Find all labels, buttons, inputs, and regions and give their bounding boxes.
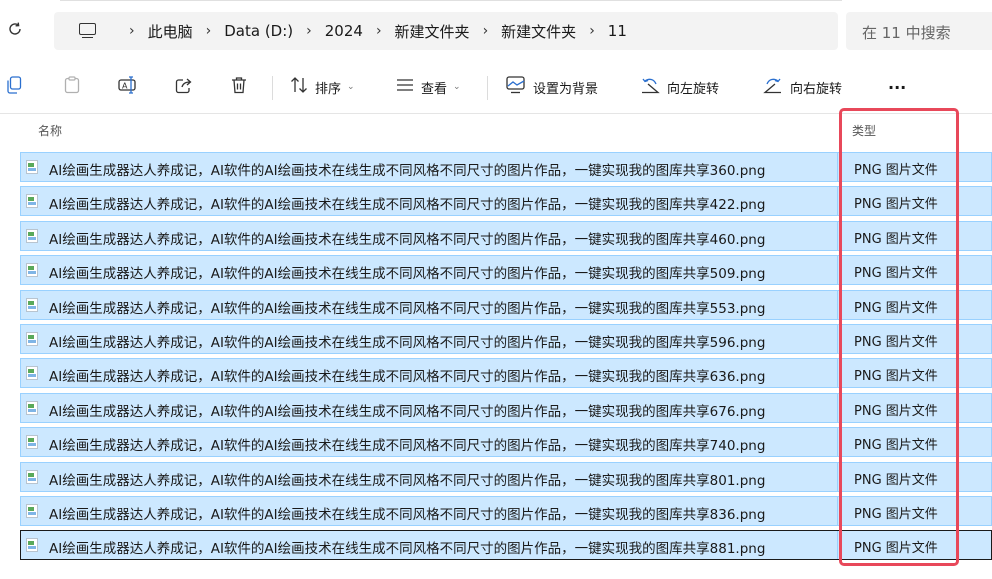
divider [272,76,273,100]
svg-text:A: A [122,82,128,91]
column-divider [837,428,838,457]
column-divider [837,462,838,491]
image-file-icon [26,538,38,553]
file-name: AI绘画生成器达人养成记，AI软件的AI绘画技术在线生成不同风格不同尺寸的图片作… [49,266,766,283]
breadcrumb-this-pc[interactable]: 此电脑 [148,21,193,42]
paste-button[interactable] [64,74,80,100]
chevron-right-icon[interactable]: › [206,23,212,39]
column-divider [837,359,838,388]
image-file-icon [26,435,38,450]
breadcrumb-new-folder-2[interactable]: 新建文件夹 [501,21,576,42]
image-file-icon [26,297,38,312]
column-divider [837,531,838,560]
column-divider [837,153,838,181]
share-icon [175,76,193,98]
rotate-right-button[interactable]: 向右旋转 [763,74,842,100]
wallpaper-icon [506,76,526,98]
image-file-icon [26,366,38,381]
sort-icon [290,76,308,98]
file-name: AI绘画生成器达人养成记，AI软件的AI绘画技术在线生成不同风格不同尺寸的图片作… [49,472,766,489]
column-header-name[interactable]: 名称 [38,122,62,139]
search-placeholder: 在 11 中搜索 [862,24,951,42]
file-name: AI绘画生成器达人养成记，AI软件的AI绘画技术在线生成不同风格不同尺寸的图片作… [49,541,766,558]
sort-button[interactable]: 排序 ⌄ [290,74,355,100]
set-background-label: 设置为背景 [533,81,599,97]
chevron-right-icon[interactable]: › [306,23,312,39]
delete-icon [230,76,248,98]
column-divider [837,221,838,250]
copy-button[interactable] [6,74,22,100]
file-name: AI绘画生成器达人养成记，AI软件的AI绘画技术在线生成不同风格不同尺寸的图片作… [49,231,766,248]
rename-button[interactable]: A [118,74,138,100]
image-file-icon [26,503,38,518]
refresh-icon[interactable] [6,20,26,42]
breadcrumb: › 此电脑 › Data (D:) › 2024 › 新建文件夹 › 新建文件夹… [64,12,627,50]
breadcrumb-11[interactable]: 11 [608,22,627,40]
column-divider [837,256,838,285]
column-divider [837,496,838,525]
rotate-left-icon [640,76,660,98]
chevron-down-icon: ⌄ [453,82,461,92]
more-options-button[interactable]: ··· [888,74,906,100]
more-icon: ··· [888,77,907,97]
image-file-icon [26,331,38,346]
address-bar-row: › 此电脑 › Data (D:) › 2024 › 新建文件夹 › 新建文件夹… [0,0,992,62]
chevron-right-icon[interactable]: › [376,23,382,39]
view-label: 查看 [421,81,448,97]
file-name: AI绘画生成器达人养成记，AI软件的AI绘画技术在线生成不同风格不同尺寸的图片作… [49,403,766,420]
computer-icon[interactable] [78,23,98,39]
image-file-icon [26,228,38,243]
sort-label: 排序 [315,81,342,97]
column-divider [837,290,838,319]
file-name: AI绘画生成器达人养成记，AI软件的AI绘画技术在线生成不同风格不同尺寸的图片作… [49,438,766,455]
view-button[interactable]: 查看 ⌄ [396,74,461,100]
chevron-right-icon[interactable]: › [589,23,595,39]
set-background-button[interactable]: 设置为背景 [506,74,598,100]
image-file-icon [26,400,38,415]
image-file-icon [26,160,38,174]
file-name: AI绘画生成器达人养成记，AI软件的AI绘画技术在线生成不同风格不同尺寸的图片作… [49,334,766,351]
divider [487,76,488,100]
command-bar: A 排序 ⌄ 查看 ⌄ 设置为背景 向左旋转 向右旋转 ··· [0,62,992,114]
file-name: AI绘画生成器达人养成记，AI软件的AI绘画技术在线生成不同风格不同尺寸的图片作… [49,197,766,214]
paste-icon [64,76,80,98]
file-name: AI绘画生成器达人养成记，AI软件的AI绘画技术在线生成不同风格不同尺寸的图片作… [49,300,766,317]
search-input[interactable]: 在 11 中搜索 [846,12,992,50]
image-file-icon [26,194,38,209]
breadcrumb-data-drive[interactable]: Data (D:) [224,22,293,40]
column-divider [837,393,838,422]
breadcrumb-2024[interactable]: 2024 [325,22,363,40]
view-icon [396,76,414,98]
rotate-right-label: 向右旋转 [790,81,843,97]
share-button[interactable] [175,74,193,100]
delete-button[interactable] [230,74,248,100]
divider [60,0,842,1]
chevron-right-icon[interactable]: › [129,23,135,39]
highlight-box [839,108,959,566]
file-name: AI绘画生成器达人养成记，AI软件的AI绘画技术在线生成不同风格不同尺寸的图片作… [49,506,766,523]
column-divider [837,187,838,216]
rotate-left-button[interactable]: 向左旋转 [640,74,719,100]
file-name: AI绘画生成器达人养成记，AI软件的AI绘画技术在线生成不同风格不同尺寸的图片作… [49,369,766,386]
image-file-icon [26,263,38,278]
chevron-right-icon[interactable]: › [483,23,489,39]
image-file-icon [26,469,38,484]
file-name: AI绘画生成器达人养成记，AI软件的AI绘画技术在线生成不同风格不同尺寸的图片作… [49,163,766,179]
chevron-down-icon: ⌄ [347,82,355,92]
breadcrumb-new-folder-1[interactable]: 新建文件夹 [395,21,470,42]
rotate-right-icon [763,76,783,98]
copy-icon [6,76,22,98]
column-divider [837,324,838,353]
rotate-left-label: 向左旋转 [667,81,720,97]
rename-icon: A [118,76,138,98]
